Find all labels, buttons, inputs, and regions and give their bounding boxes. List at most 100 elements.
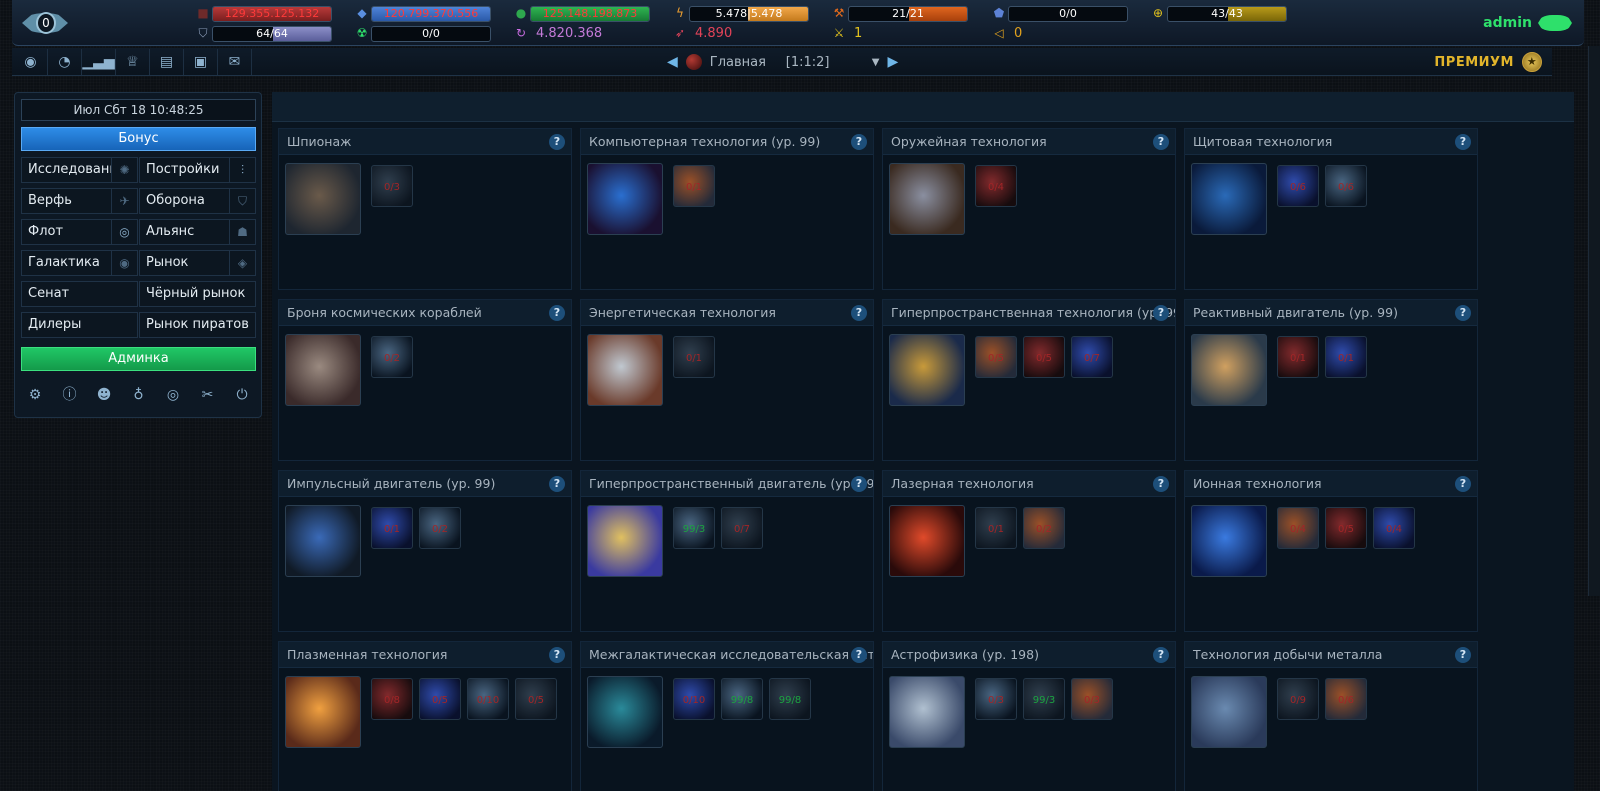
sidebar-item-shipyard[interactable]: Верфь ✈ <box>21 188 138 214</box>
requirement-item[interactable]: 0/1 <box>1325 336 1367 378</box>
tech-image[interactable] <box>587 676 663 748</box>
next-planet-icon[interactable]: ▶ <box>887 54 898 70</box>
requirement-item[interactable]: 0/1 <box>673 165 715 207</box>
requirement-item[interactable]: 0/5 <box>1023 336 1065 378</box>
sidebar-item-research[interactable]: Исследовани ✺ <box>21 157 138 183</box>
requirement-item[interactable]: 0/10 <box>467 678 509 720</box>
requirement-item[interactable]: 99/3 <box>1023 678 1065 720</box>
premium-button[interactable]: ПРЕМИУМ ★ <box>1434 50 1542 74</box>
requirement-item[interactable]: 0/5 <box>515 678 557 720</box>
tech-image[interactable] <box>1191 676 1267 748</box>
help-icon[interactable]: ? <box>549 305 565 321</box>
requirement-item[interactable]: 0/9 <box>1277 678 1319 720</box>
help-icon[interactable]: ? <box>1455 305 1471 321</box>
tech-image[interactable] <box>285 334 361 406</box>
requirement-item[interactable]: 0/1 <box>673 336 715 378</box>
sidebar-item-defense[interactable]: Оборона ⛉ <box>139 188 256 214</box>
tech-card[interactable]: Энергетическая технология? 0/1 <box>580 299 874 461</box>
requirement-item[interactable]: 0/6 <box>1325 165 1367 207</box>
tech-image[interactable] <box>587 505 663 577</box>
user-menu[interactable]: admin <box>1483 14 1572 32</box>
sidebar-item-senate[interactable]: Сенат <box>21 281 138 307</box>
help-icon[interactable]: ? <box>851 134 867 150</box>
tech-card[interactable]: Реактивный двигатель (ур. 99)? 0/1 0/1 <box>1184 299 1478 461</box>
tech-card[interactable]: Щитовая технология? 0/6 0/6 <box>1184 128 1478 290</box>
settings-gear-icon[interactable]: ⚙ <box>21 383 49 407</box>
help-icon[interactable]: ? <box>1455 476 1471 492</box>
users-icon[interactable]: ☻ <box>90 383 118 407</box>
tech-image[interactable] <box>587 334 663 406</box>
tech-image[interactable] <box>889 676 965 748</box>
requirement-item[interactable]: 0/2 <box>371 336 413 378</box>
planet-selector[interactable]: ◀ Главная [1:1:2] ▼ ▶ <box>667 51 898 73</box>
tech-card[interactable]: Межгалактическая исследовательская сеть?… <box>580 641 874 791</box>
requirement-item[interactable]: 0/5 <box>1325 507 1367 549</box>
requirement-item[interactable]: 0/7 <box>1071 336 1113 378</box>
help-icon[interactable]: ? <box>549 647 565 663</box>
tech-card[interactable]: Броня космических кораблей? 0/2 <box>278 299 572 461</box>
power-icon[interactable]: ⏻ <box>228 383 256 407</box>
tech-card[interactable]: Шпионаж? 0/3 <box>278 128 572 290</box>
tech-card[interactable]: Ионная технология? 0/4 0/5 0/4 <box>1184 470 1478 632</box>
requirement-item[interactable]: 0/4 <box>1373 507 1415 549</box>
help-icon[interactable]: ? <box>1455 134 1471 150</box>
tech-image[interactable] <box>1191 334 1267 406</box>
sidebar-item-black-market[interactable]: Чёрный рынок <box>139 281 256 307</box>
prev-planet-icon[interactable]: ◀ <box>667 54 678 70</box>
tech-image[interactable] <box>285 505 361 577</box>
sidebar-item-galaxy[interactable]: Галактика ◉ <box>21 250 138 276</box>
tech-image[interactable] <box>889 505 965 577</box>
requirement-item[interactable]: 0/2 <box>1023 507 1065 549</box>
bonus-button[interactable]: Бонус <box>21 127 256 151</box>
requirement-item[interactable]: 0/7 <box>721 507 763 549</box>
sidebar-item-market[interactable]: Рынок ◈ <box>139 250 256 276</box>
info-icon[interactable]: ⓘ <box>56 383 84 407</box>
requirement-item[interactable]: 0/3 <box>975 678 1017 720</box>
trophy-icon[interactable]: ♕ <box>116 49 150 75</box>
lifebuoy-icon[interactable]: ◎ <box>159 383 187 407</box>
requirement-item[interactable]: 0/1 <box>975 507 1017 549</box>
tech-card[interactable]: Технология добычи металла? 0/9 0/6 <box>1184 641 1478 791</box>
tech-card[interactable]: Компьютерная технология (ур. 99)? 0/1 <box>580 128 874 290</box>
requirement-item[interactable]: 0/1 <box>1277 336 1319 378</box>
tech-card[interactable]: Лазерная технология? 0/1 0/2 <box>882 470 1176 632</box>
requirement-item[interactable]: 0/10 <box>673 678 715 720</box>
help-icon[interactable]: ? <box>851 476 867 492</box>
tech-card[interactable]: Астрофизика (ур. 198)? 0/3 99/3 0/3 <box>882 641 1176 791</box>
tech-image[interactable] <box>285 163 361 235</box>
requirement-item[interactable]: 0/5 <box>975 336 1017 378</box>
notifications-eye-icon[interactable]: 0 <box>22 6 70 40</box>
requirement-item[interactable]: 0/3 <box>1071 678 1113 720</box>
tech-image[interactable] <box>889 163 965 235</box>
help-icon[interactable]: ? <box>1153 305 1169 321</box>
stats-bars-icon[interactable]: ▁▃▅ <box>82 49 116 75</box>
tools-icon[interactable]: ✂ <box>194 383 222 407</box>
requirement-item[interactable]: 99/3 <box>673 507 715 549</box>
requirement-item[interactable]: 0/6 <box>1325 678 1367 720</box>
requirement-item[interactable]: 0/1 <box>371 507 413 549</box>
requirement-item[interactable]: 0/4 <box>975 165 1017 207</box>
help-icon[interactable]: ? <box>1153 647 1169 663</box>
tech-card[interactable]: Оружейная технология? 0/4 <box>882 128 1176 290</box>
admin-panel-button[interactable]: Админка <box>21 347 256 371</box>
tech-image[interactable] <box>587 163 663 235</box>
help-icon[interactable]: ? <box>1455 647 1471 663</box>
sidebar-item-fleet[interactable]: Флот ◎ <box>21 219 138 245</box>
requirement-item[interactable]: 0/6 <box>1277 165 1319 207</box>
requirement-item[interactable]: 99/8 <box>769 678 811 720</box>
tech-card[interactable]: Гиперпространственный двигатель (ур. 99)… <box>580 470 874 632</box>
mail-icon[interactable]: ✉ <box>218 49 252 75</box>
tech-card[interactable]: Импульсный двигатель (ур. 99)? 0/1 0/2 <box>278 470 572 632</box>
requirement-item[interactable]: 99/8 <box>721 678 763 720</box>
help-icon[interactable]: ? <box>549 134 565 150</box>
messages-icon[interactable]: ▣ <box>184 49 218 75</box>
scrollbar[interactable] <box>1588 46 1600 596</box>
tech-image[interactable] <box>1191 505 1267 577</box>
help-icon[interactable]: ? <box>1153 476 1169 492</box>
requirement-item[interactable]: 0/5 <box>419 678 461 720</box>
tech-card[interactable]: Плазменная технология? 0/8 0/5 0/10 0/5 <box>278 641 572 791</box>
requirement-item[interactable]: 0/2 <box>419 507 461 549</box>
requirement-item[interactable]: 0/8 <box>371 678 413 720</box>
sidebar-item-pirate-market[interactable]: Рынок пиратов <box>139 312 256 338</box>
help-icon[interactable]: ? <box>1153 134 1169 150</box>
